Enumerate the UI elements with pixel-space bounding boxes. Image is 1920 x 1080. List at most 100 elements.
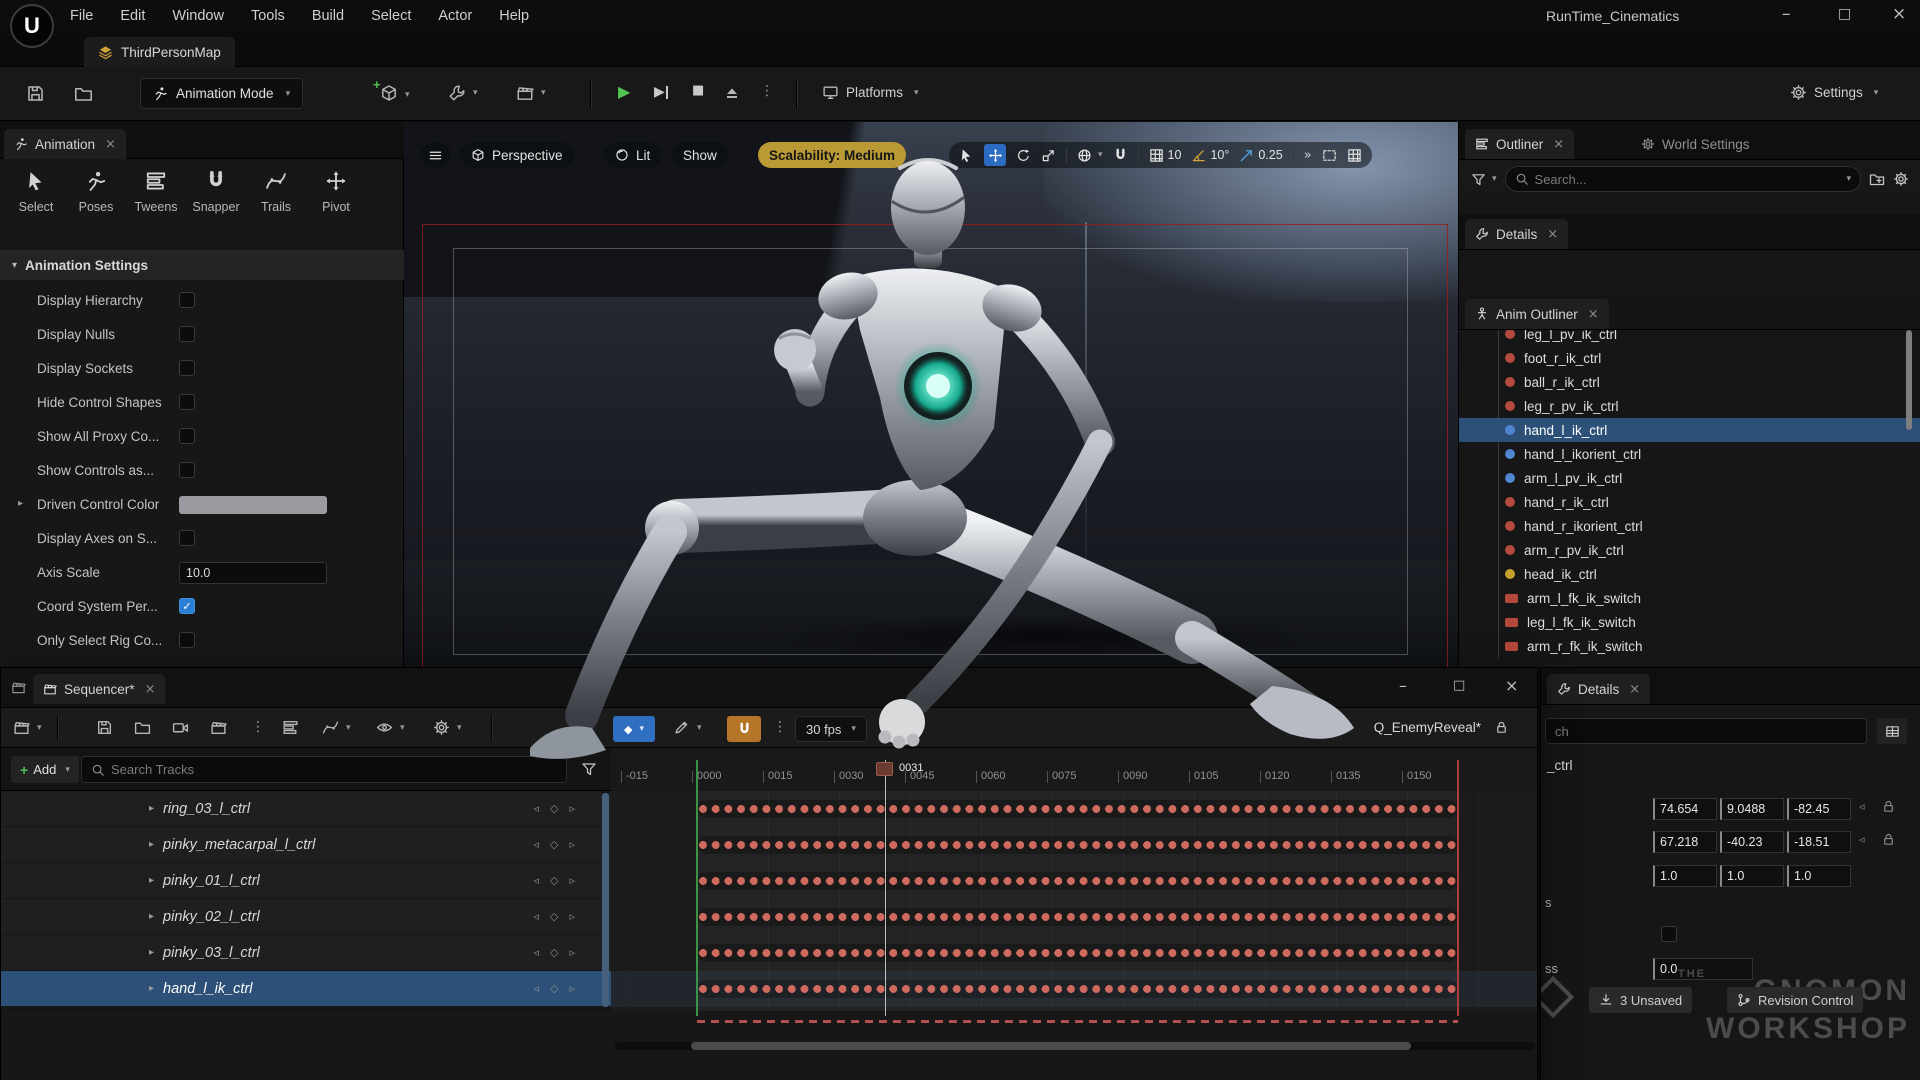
tab-world-settings[interactable]: World Settings <box>1631 129 1760 159</box>
move-tool-button[interactable] <box>984 144 1006 166</box>
close-tab-icon[interactable]: × <box>1588 307 1599 322</box>
tool-trails[interactable]: Trails <box>248 170 304 214</box>
driven-control-color-swatch[interactable] <box>179 496 327 514</box>
content-browser-button[interactable] <box>74 84 93 103</box>
viewport-3d[interactable]: Perspective Lit Show Scalability: Medium… <box>404 122 1458 667</box>
keyframe-row[interactable] <box>697 836 1458 854</box>
checkbox-only-select-rig[interactable] <box>179 632 195 648</box>
sequencer-save-button[interactable] <box>96 719 113 736</box>
close-tab-icon[interactable]: × <box>145 682 156 697</box>
auto-key-button[interactable]: ▾ <box>673 719 702 736</box>
perspective-dropdown[interactable]: Perspective <box>460 142 574 168</box>
outliner-search-input[interactable] <box>1535 172 1837 187</box>
sequence-lock-icon[interactable] <box>1494 720 1509 735</box>
tab-sequencer[interactable]: Sequencer* × <box>33 674 165 704</box>
location-y[interactable]: 9.0488 <box>1720 798 1784 820</box>
rig-control-item[interactable]: ball_r_ik_ctrl <box>1459 370 1920 394</box>
rig-control-item[interactable]: arm_l_fk_ik_switch <box>1459 586 1920 610</box>
section-animation-settings[interactable]: ▾ Animation Settings <box>0 250 404 280</box>
new-folder-icon[interactable] <box>1869 171 1885 187</box>
lock-icon[interactable] <box>1881 832 1896 847</box>
platforms-dropdown[interactable]: Platforms ▾ <box>822 84 919 101</box>
playback-options-button[interactable]: ⋮ <box>760 83 774 99</box>
outliner-search[interactable]: ▾ <box>1505 166 1861 192</box>
editor-mode-dropdown[interactable]: Animation Mode ▾ <box>140 78 303 109</box>
details-search[interactable] <box>1545 718 1867 744</box>
unsaved-button[interactable]: 3 Unsaved <box>1589 987 1692 1013</box>
rig-control-item[interactable]: arm_r_pv_ik_ctrl <box>1459 538 1920 562</box>
expander-icon[interactable]: ▸ <box>18 498 23 509</box>
grid-snap-button[interactable]: 10 <box>1149 148 1182 163</box>
quick-add-button[interactable]: + ▾ <box>380 84 410 105</box>
screen-capture-icon[interactable] <box>1322 148 1337 163</box>
keyframe-row[interactable] <box>697 800 1458 818</box>
sequence-breadcrumb[interactable]: Q_EnemyReveal* <box>1374 720 1481 735</box>
checkbox-show-controls-as[interactable] <box>179 462 195 478</box>
rig-control-item[interactable]: leg_l_fk_ik_switch <box>1459 610 1920 634</box>
rig-control-item[interactable]: arm_r_fk_ik_switch <box>1459 634 1920 658</box>
tool-pivot[interactable]: Pivot <box>308 170 364 214</box>
view-options-button[interactable]: ▾ <box>376 719 405 736</box>
rig-control-item[interactable]: arm_l_pv_ik_ctrl <box>1459 466 1920 490</box>
select-tool-icon[interactable] <box>959 148 974 163</box>
rig-control-item[interactable]: foot_r_ik_ctrl <box>1459 346 1920 370</box>
keyframe-mode-button[interactable]: ◆▾ <box>613 716 655 742</box>
location-x[interactable]: 74.654 <box>1653 798 1717 820</box>
details-checkbox[interactable] <box>1661 926 1677 942</box>
expand-toolbar-icon[interactable]: » <box>1304 148 1312 163</box>
checkbox-show-all-proxy[interactable] <box>179 428 195 444</box>
rotation-snap-button[interactable]: 10° <box>1191 148 1229 163</box>
playback-start-marker[interactable] <box>696 760 698 1016</box>
menu-actor[interactable]: Actor <box>438 8 472 24</box>
surface-snap-icon[interactable] <box>1113 148 1128 163</box>
rotation-z[interactable]: -18.51 <box>1787 831 1851 853</box>
cinematics-button[interactable]: ▾ <box>516 84 546 102</box>
scale-y[interactable]: 1.0 <box>1720 865 1784 887</box>
scale-z[interactable]: 1.0 <box>1787 865 1851 887</box>
track-filter-icon[interactable] <box>581 761 597 777</box>
checkbox-hide-control-shapes[interactable] <box>179 394 195 410</box>
playhead-line[interactable] <box>885 760 886 1016</box>
tool-poses[interactable]: Poses <box>68 170 124 214</box>
keyframe-row[interactable] <box>697 980 1458 998</box>
keyframe-row[interactable] <box>697 908 1458 926</box>
sequencer-settings-button[interactable]: ▾ <box>433 719 462 736</box>
tab-details-top[interactable]: Details × <box>1465 219 1568 249</box>
track-row[interactable]: ▸pinky_02_l_ctrl◃◇▹ <box>1 899 611 935</box>
close-tab-icon[interactable]: × <box>1547 227 1558 242</box>
menu-build[interactable]: Build <box>312 8 344 24</box>
sequencer-minimize-button[interactable]: – <box>1399 676 1407 695</box>
checkbox-display-axes[interactable] <box>179 530 195 546</box>
save-button[interactable] <box>26 84 45 103</box>
tab-anim-outliner[interactable]: Anim Outliner × <box>1465 299 1609 329</box>
scalability-button[interactable]: Scalability: Medium <box>758 142 906 168</box>
outliner-settings-icon[interactable] <box>1893 171 1909 187</box>
lit-dropdown[interactable]: Lit <box>604 142 661 168</box>
rotation-x[interactable]: 67.218 <box>1653 831 1717 853</box>
timeline-ruler[interactable]: -015 0000 0015 0030 0045 0060 0075 0090 … <box>611 748 1537 791</box>
sequencer-options-icon[interactable]: ⋮ <box>251 719 265 735</box>
close-tab-icon[interactable]: × <box>1553 137 1564 152</box>
rig-control-item[interactable]: hand_r_ikorient_ctrl <box>1459 514 1920 538</box>
checkbox-display-nulls[interactable] <box>179 326 195 342</box>
menu-select[interactable]: Select <box>371 8 411 24</box>
revert-icon[interactable]: ◃ <box>1859 800 1865 813</box>
details-search-input[interactable] <box>1555 724 1857 739</box>
viewport-menu-button[interactable] <box>420 142 451 168</box>
tab-level-map[interactable]: ThirdPersonMap <box>84 37 235 67</box>
sequencer-asset-dropdown[interactable]: ▾ <box>13 719 42 736</box>
display-filter-button[interactable] <box>1877 718 1907 744</box>
tab-animation[interactable]: Animation × <box>4 129 126 159</box>
keyframe-lanes[interactable] <box>611 791 1537 1011</box>
curve-editor-button[interactable]: ▾ <box>322 719 351 736</box>
rig-control-item[interactable]: head_ik_ctrl <box>1459 562 1920 586</box>
rig-control-item[interactable]: hand_l_ikorient_ctrl <box>1459 442 1920 466</box>
eject-button[interactable] <box>724 85 740 101</box>
minimize-button[interactable]: – <box>1782 4 1791 24</box>
rig-control-item-selected[interactable]: hand_l_ik_ctrl <box>1459 418 1920 442</box>
lock-icon[interactable] <box>1881 799 1896 814</box>
checkbox-display-hierarchy[interactable] <box>179 292 195 308</box>
checkbox-display-sockets[interactable] <box>179 360 195 376</box>
menu-window[interactable]: Window <box>172 8 224 24</box>
playback-end-marker[interactable] <box>1457 760 1459 1016</box>
